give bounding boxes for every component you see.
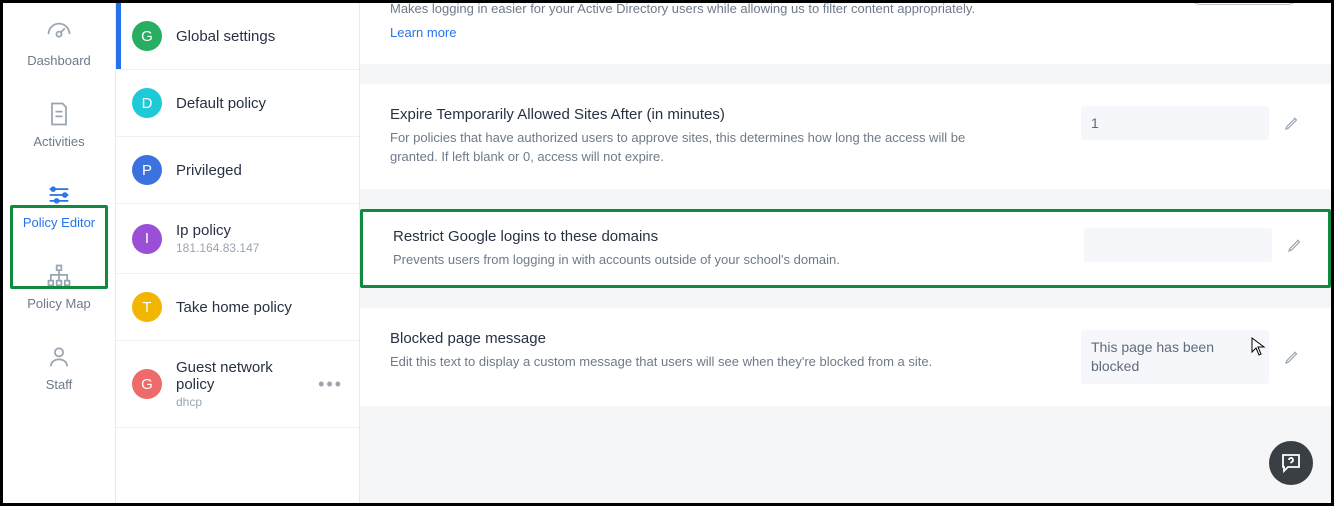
policy-name: Take home policy [176, 299, 292, 316]
setting-desc: Prevents users from logging in with acco… [393, 251, 1013, 270]
setting-sso-card: Enable active directory single sign-on M… [360, 3, 1331, 64]
policy-badge: P [132, 155, 162, 185]
left-nav: Dashboard Activities Policy Editor Polic… [3, 3, 116, 503]
setting-title: Expire Temporarily Allowed Sites After (… [390, 106, 1010, 123]
nav-label: Policy Editor [23, 215, 95, 230]
nav-policy-editor[interactable]: Policy Editor [3, 165, 115, 246]
setting-title: Restrict Google logins to these domains [393, 228, 1013, 245]
setting-sso: Enable active directory single sign-on M… [390, 3, 1301, 64]
gauge-icon [45, 19, 73, 47]
policy-badge: T [132, 292, 162, 322]
policy-name: Ip policy [176, 222, 259, 239]
document-icon [45, 100, 73, 128]
setting-title: Blocked page message [390, 330, 1010, 347]
nav-dashboard[interactable]: Dashboard [3, 3, 115, 84]
hierarchy-icon [45, 262, 73, 290]
policy-take-home[interactable]: T Take home policy [116, 274, 359, 341]
sso-toggle[interactable]: Off [1187, 3, 1301, 5]
policy-global-settings[interactable]: G Global settings [116, 3, 359, 70]
policy-sub: 181.164.83.147 [176, 241, 259, 255]
nav-activities[interactable]: Activities [3, 84, 115, 165]
setting-desc: Edit this text to display a custom messa… [390, 353, 1010, 372]
more-icon[interactable]: ••• [318, 374, 343, 395]
nav-label: Policy Map [27, 296, 91, 311]
help-icon [1279, 451, 1303, 475]
setting-desc: For policies that have authorized users … [390, 129, 1010, 167]
policy-name: Global settings [176, 28, 275, 45]
policy-default[interactable]: D Default policy [116, 70, 359, 137]
policy-name: Default policy [176, 95, 266, 112]
policy-guest-network[interactable]: G Guest network policy dhcp ••• [116, 341, 359, 428]
policy-badge: G [132, 369, 162, 399]
edit-icon[interactable] [1283, 114, 1301, 132]
edit-icon[interactable] [1283, 348, 1301, 366]
main-panel: Enable active directory single sign-on M… [360, 3, 1331, 503]
nav-label: Activities [33, 134, 84, 149]
google-domains-value[interactable] [1084, 228, 1272, 262]
setting-expire: Expire Temporarily Allowed Sites After (… [390, 84, 1301, 189]
policy-name: Guest network policy [176, 359, 304, 393]
setting-desc: Makes logging in easier for your Active … [390, 3, 1010, 19]
nav-policy-map[interactable]: Policy Map [3, 246, 115, 327]
policy-sub: dhcp [176, 395, 304, 409]
person-icon [45, 343, 73, 371]
policy-ip[interactable]: I Ip policy 181.164.83.147 [116, 204, 359, 274]
learn-more-link[interactable]: Learn more [390, 25, 456, 40]
expire-value[interactable]: 1 [1081, 106, 1269, 140]
policy-badge: I [132, 224, 162, 254]
nav-label: Dashboard [27, 53, 91, 68]
setting-expire-card: Expire Temporarily Allowed Sites After (… [360, 84, 1331, 189]
sliders-icon [45, 181, 73, 209]
setting-google-restrict: Restrict Google logins to these domains … [360, 209, 1331, 289]
policy-name: Privileged [176, 162, 242, 179]
policy-list: G Global settings D Default policy P Pri… [116, 3, 360, 503]
edit-icon[interactable] [1286, 236, 1304, 254]
policy-badge: G [132, 21, 162, 51]
blocked-message-value[interactable]: This page has been blocked [1081, 330, 1269, 384]
app-frame: Dashboard Activities Policy Editor Polic… [0, 0, 1334, 506]
nav-staff[interactable]: Staff [3, 327, 115, 408]
policy-badge: D [132, 88, 162, 118]
policy-privileged[interactable]: P Privileged [116, 137, 359, 204]
setting-blocked-message: Blocked page message Edit this text to d… [390, 308, 1301, 406]
setting-blocked-card: Blocked page message Edit this text to d… [360, 308, 1331, 406]
help-button[interactable] [1269, 441, 1313, 485]
nav-label: Staff [46, 377, 73, 392]
setting-google-card: Restrict Google logins to these domains … [360, 209, 1331, 289]
